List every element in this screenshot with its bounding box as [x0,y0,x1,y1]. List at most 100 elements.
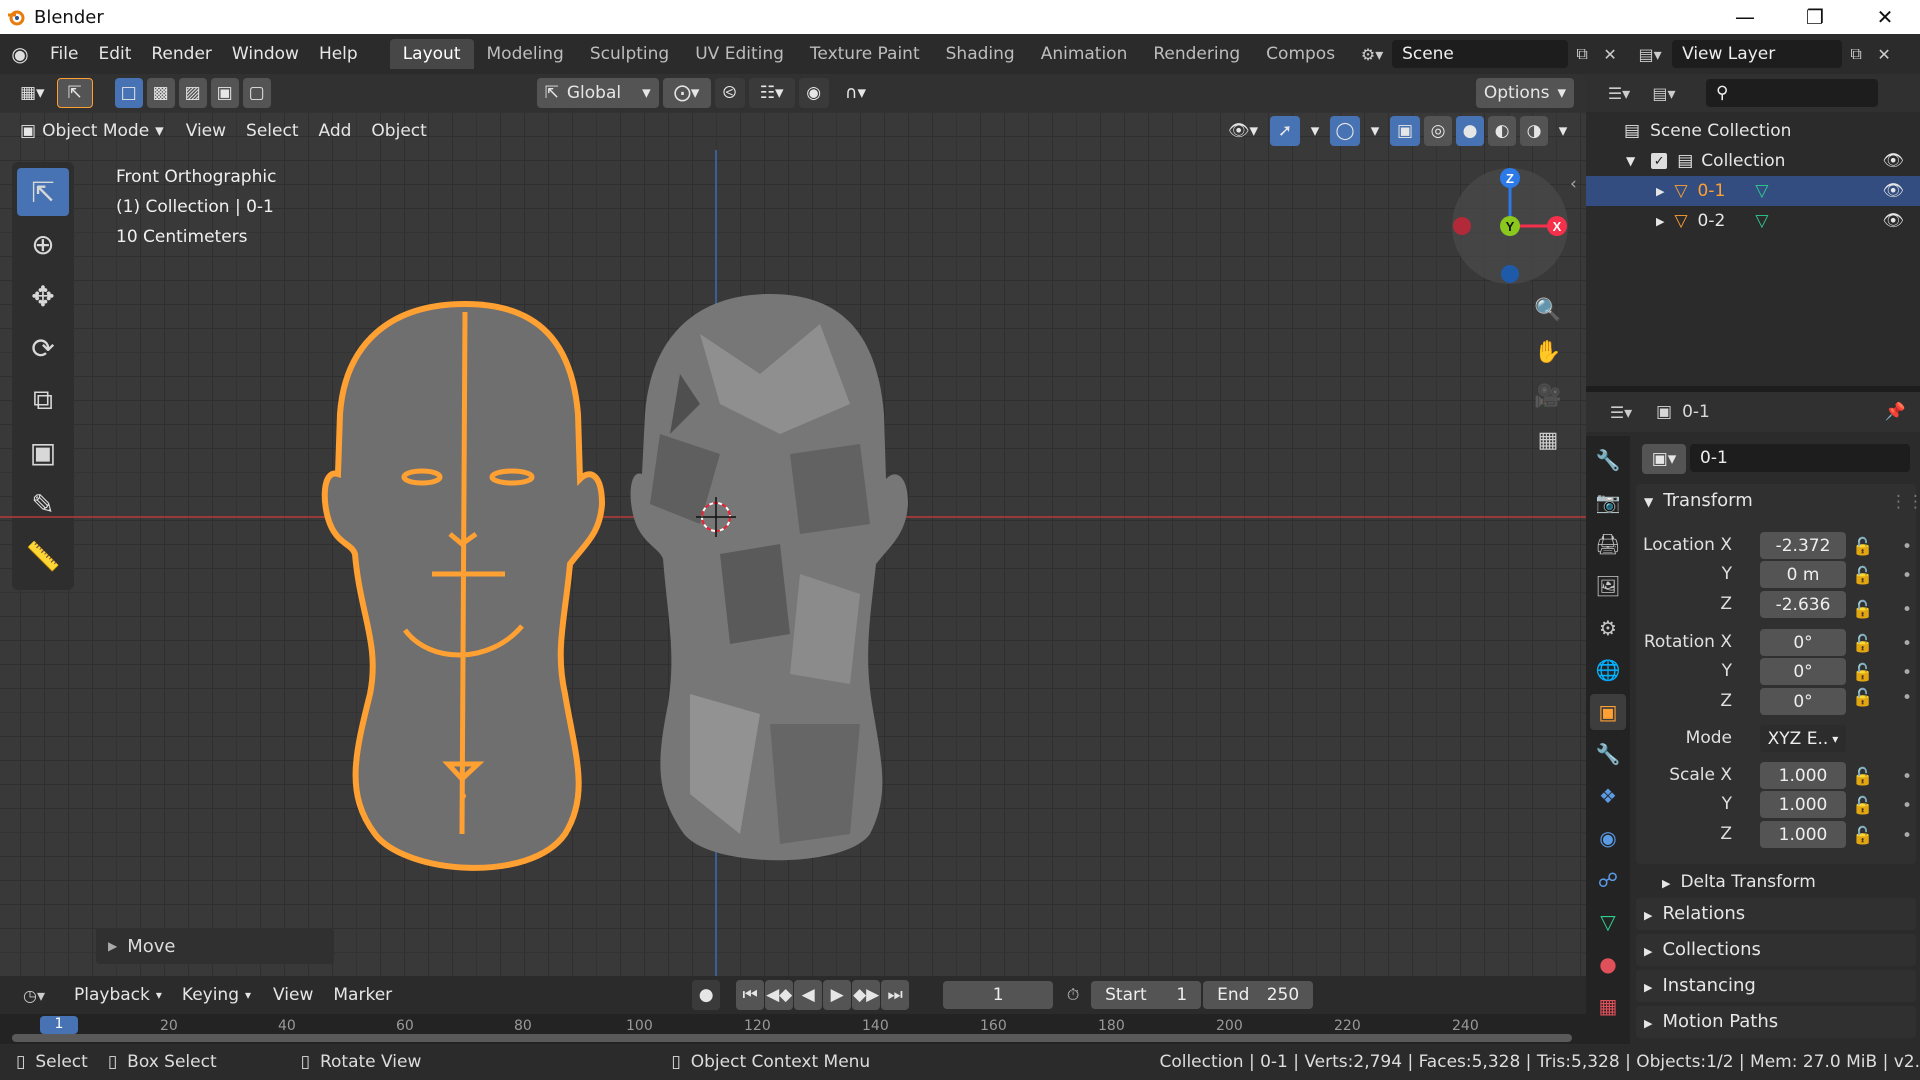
expand-arrow-icon[interactable]: ▶ [1656,215,1664,228]
timeline-ruler[interactable]: 1 20 40 60 80 100 120 140 160 180 200 22… [0,1014,1586,1044]
keyframe-dot-icon[interactable]: • [1902,688,1912,708]
outliner-scene-collection[interactable]: ▤ Scene Collection [1586,116,1920,146]
lock-icon[interactable]: 🔓 [1852,600,1873,620]
lock-icon[interactable]: 🔓 [1852,826,1873,846]
last-operator-panel[interactable]: ▶ Move [96,928,334,964]
end-frame-field[interactable]: End 250 [1203,981,1314,1009]
start-frame-field[interactable]: Start 1 [1091,981,1202,1009]
material-tab-icon[interactable]: ● [1590,946,1626,982]
keyframe-dot-icon[interactable]: • [1902,767,1912,787]
zoom-icon[interactable]: 🔍 [1530,290,1566,330]
physics-tab-icon[interactable]: ◉ [1590,820,1626,856]
tab-texture-paint[interactable]: Texture Paint [797,39,933,69]
lock-icon[interactable]: 🔓 [1852,537,1873,557]
outliner-collection[interactable]: ▼ ✓ ▤ Collection 👁 [1586,146,1920,176]
camera-view-icon[interactable]: 🎥 [1530,374,1566,418]
view-layer-tab-icon[interactable]: 🖼 [1590,568,1626,604]
keyframe-dot-icon[interactable]: • [1902,663,1912,683]
instancing-panel[interactable]: ▶ Instancing [1636,970,1916,1002]
eye-icon[interactable]: 👁 [1882,211,1904,231]
outliner-editor-type-icon[interactable]: ☰▾ [1598,79,1640,107]
timeline-scrollbar[interactable] [12,1034,1572,1042]
lock-icon[interactable]: 🔓 [1852,688,1873,708]
menu-help[interactable]: Help [309,44,368,64]
tab-rendering[interactable]: Rendering [1140,39,1253,69]
transform-header[interactable]: ▼ Transform [1644,490,1753,511]
render-tab-icon[interactable]: 📷 [1590,484,1626,520]
eye-icon[interactable]: 👁 [1882,151,1904,171]
head-mesh-0-1[interactable] [321,300,606,871]
expand-arrow-icon[interactable]: ▼ [1626,154,1635,168]
current-frame-field[interactable]: 1 [943,981,1054,1009]
restore-icon[interactable]: ❐ [1780,0,1850,34]
stopwatch-icon[interactable]: ⏱ [1059,981,1087,1009]
tab-layout[interactable]: Layout [389,39,474,69]
pin-icon[interactable]: 📌 [1885,402,1906,422]
keyframe-dot-icon[interactable]: • [1902,566,1912,586]
location-z-field[interactable]: -2.636 [1760,591,1846,618]
tool-tab-icon[interactable]: 🔧 [1590,442,1626,478]
eye-icon[interactable]: 👁 [1882,181,1904,201]
lock-icon[interactable]: 🔓 [1852,566,1873,586]
menu-edit[interactable]: Edit [88,44,141,64]
outliner-item-0-2[interactable]: ▶ ▽ 0-2 ▽ 👁 [1586,206,1920,236]
scene-tab-icon[interactable]: ⚙ [1590,610,1626,646]
record-icon[interactable]: ● [692,980,721,1010]
navigation-gizmo[interactable]: Z Y X [1452,168,1568,284]
scene-selector-icon[interactable]: ⚙▾ [1352,40,1392,68]
location-y-field[interactable]: 0 m [1760,561,1846,588]
tab-animation[interactable]: Animation [1028,39,1141,69]
delta-transform-header[interactable]: ▶ Delta Transform [1662,872,1816,892]
lock-icon[interactable]: 🔓 [1852,663,1873,683]
scale-x-field[interactable]: 1.000 [1760,762,1846,789]
rotation-y-field[interactable]: 0° [1760,658,1846,685]
new-view-layer-icon[interactable]: ⧉ [1842,40,1870,68]
properties-editor-type-icon[interactable]: ☰▾ [1600,398,1642,426]
keyframe-dot-icon[interactable]: • [1902,634,1912,654]
prev-keyframe-icon[interactable]: ◀◆ [765,980,794,1010]
relations-panel[interactable]: ▶ Relations [1636,898,1916,930]
timeline-view-menu[interactable]: View [263,985,323,1005]
modifier-tab-icon[interactable]: 🔧 [1590,736,1626,772]
minimize-icon[interactable]: — [1710,0,1780,34]
datablock-browse-icon[interactable]: ▣▾ [1642,444,1686,474]
keyframe-dot-icon[interactable]: • [1902,796,1912,816]
blender-menu-icon[interactable]: ◉ [0,42,40,66]
texture-tab-icon[interactable]: ▦ [1590,988,1626,1024]
3d-viewport[interactable]: ▦▾ ⇱ □ ▩ ▨ ▣ ▢ ⇱ Global ▾ ⨀▾ ⧀ ☷▾ ◉ ∩▾ O… [0,74,1586,976]
mesh-data-tab-icon[interactable]: ▽ [1590,904,1626,940]
particles-tab-icon[interactable]: ❖ [1590,778,1626,814]
new-scene-icon[interactable]: ⧉ [1568,40,1596,68]
motion-paths-panel[interactable]: ▶ Motion Paths [1636,1006,1916,1038]
drag-handle-icon[interactable]: ⋮⋮ [1890,492,1920,512]
play-icon[interactable]: ▶ [823,980,852,1010]
delete-scene-icon[interactable]: ✕ [1596,40,1624,68]
play-reverse-icon[interactable]: ◀ [794,980,823,1010]
timeline-editor-type-icon[interactable]: ◷▾ [12,981,56,1009]
rotation-z-field[interactable]: 0° [1760,688,1846,715]
constraints-tab-icon[interactable]: ☍ [1590,862,1626,898]
object-name-field[interactable]: 0-1 [1690,444,1910,472]
rotation-mode-dropdown[interactable]: XYZ E.. ▾ [1760,725,1846,752]
view-layer-selector-icon[interactable]: ▤▾ [1628,40,1672,68]
scale-y-field[interactable]: 1.000 [1760,791,1846,818]
lock-icon[interactable]: 🔓 [1852,767,1873,787]
head-mesh-0-2[interactable] [630,294,908,861]
lock-icon[interactable]: 🔓 [1852,796,1873,816]
tab-compositing[interactable]: Compos [1253,39,1348,69]
expand-arrow-icon[interactable]: ▶ [1656,185,1664,198]
rotation-x-field[interactable]: 0° [1760,629,1846,656]
collections-panel[interactable]: ▶ Collections [1636,934,1916,966]
menu-render[interactable]: Render [141,44,222,64]
menu-file[interactable]: File [40,44,88,64]
next-keyframe-icon[interactable]: ◆▶ [852,980,881,1010]
outliner-search-input[interactable]: ⚲ [1706,79,1878,107]
sidebar-toggle-icon[interactable]: ‹ [1570,174,1577,194]
jump-start-icon[interactable]: ⏮ [736,980,765,1010]
jump-end-icon[interactable]: ⏭ [881,980,910,1010]
tab-uv-editing[interactable]: UV Editing [682,39,797,69]
tab-sculpting[interactable]: Sculpting [577,39,682,69]
close-icon[interactable]: ✕ [1850,0,1920,34]
pan-hand-icon[interactable]: ✋ [1530,330,1566,374]
playhead[interactable]: 1 [40,1016,78,1034]
